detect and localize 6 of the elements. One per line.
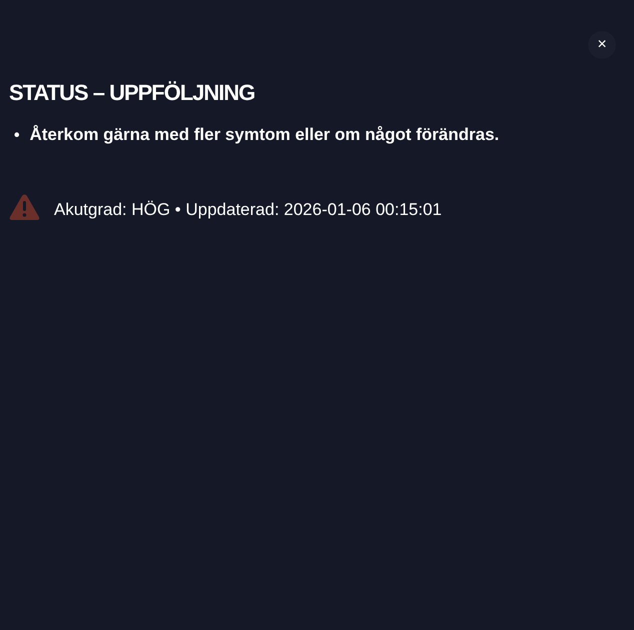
follow-up-text: Återkom gärna med fler symtom eller om något förändras. bbox=[30, 124, 500, 146]
status-text: Akutgrad: HÖG • Uppdaterad: 2026-01-06 00:15:01 bbox=[54, 199, 442, 221]
dialog-title: STATUS – UPPFÖLJNING bbox=[9, 79, 255, 107]
bullet: • bbox=[14, 126, 20, 146]
close-button[interactable]: × bbox=[588, 31, 616, 59]
warning-icon bbox=[9, 192, 40, 221]
